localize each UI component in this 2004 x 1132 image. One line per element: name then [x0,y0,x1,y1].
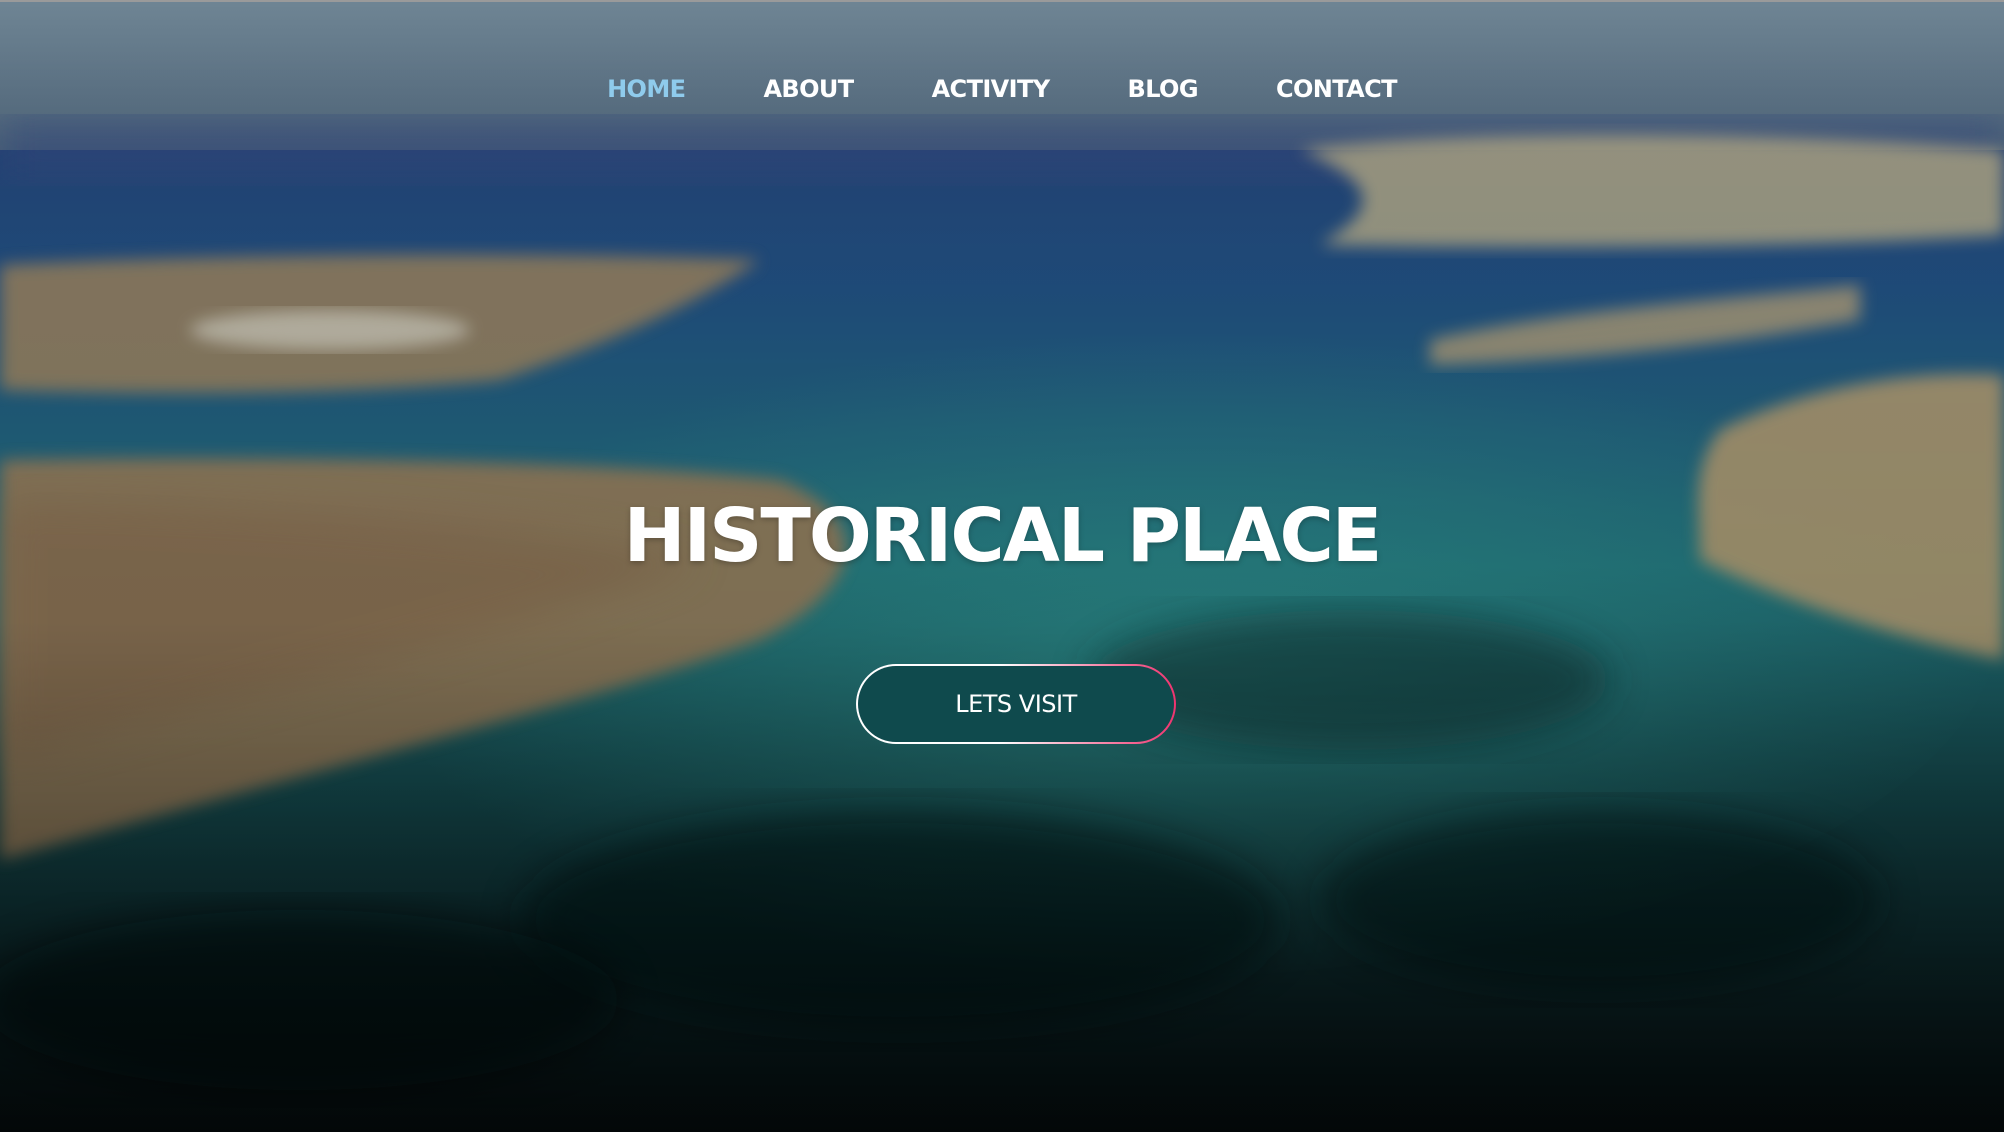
top-border [0,0,2004,2]
lets-visit-button-body[interactable]: LETS VISIT [858,666,1174,742]
nav-item-blog[interactable]: BLOG [1089,72,1237,106]
nav-item-home[interactable]: HOME [568,72,724,106]
lets-visit-button-label: LETS VISIT [955,690,1077,718]
lets-visit-button[interactable]: LETS VISIT [856,664,1176,744]
nav-item-contact[interactable]: CONTACT [1237,72,1436,106]
main-nav: HOME ABOUT ACTIVITY BLOG CONTACT [0,72,2004,106]
hero-section: HOME ABOUT ACTIVITY BLOG CONTACT HISTORI… [0,0,2004,1132]
hero-title: HISTORICAL PLACE [623,493,1383,579]
nav-item-about[interactable]: ABOUT [724,72,892,106]
nav-item-activity[interactable]: ACTIVITY [893,72,1089,106]
